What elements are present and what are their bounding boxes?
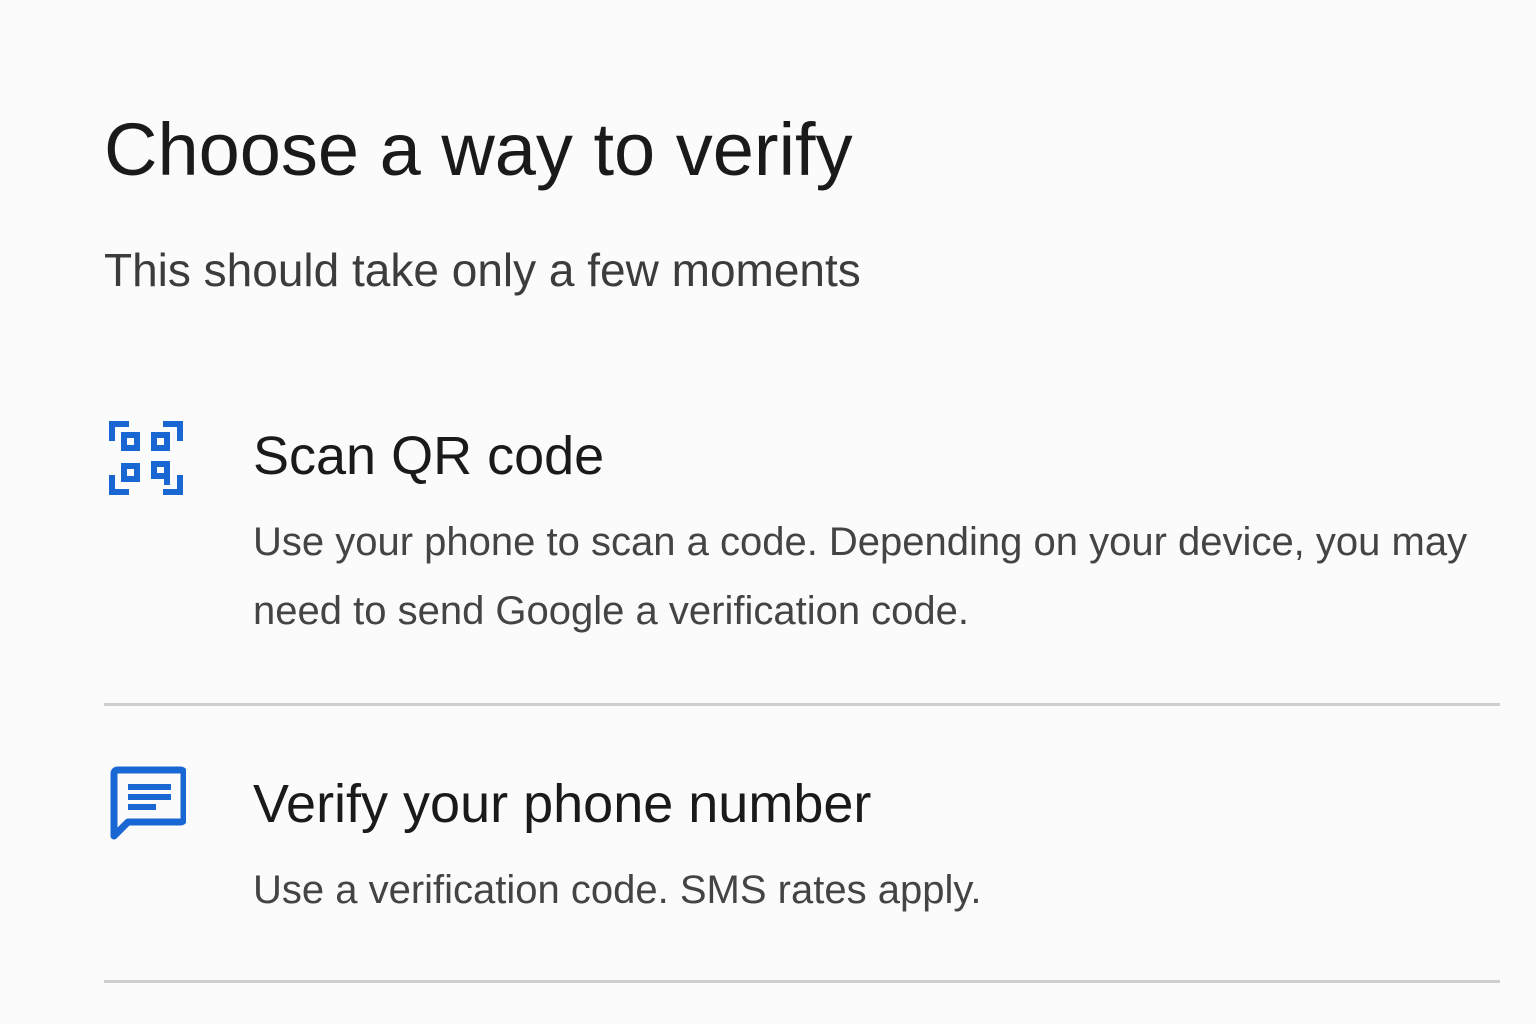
option-description: Use a verification code. SMS rates apply… — [253, 868, 982, 912]
qr-code-scan-icon — [106, 418, 186, 498]
divider — [104, 980, 1500, 983]
verify-method-page: Choose a way to verify This should take … — [0, 0, 1536, 1024]
sms-message-icon — [106, 764, 188, 844]
page-title: Choose a way to verify — [104, 108, 853, 191]
option-scan-qr-code[interactable]: Scan QR code Use your phone to scan a co… — [104, 418, 1500, 706]
option-description: Use your phone to scan a code. Depending… — [253, 520, 1468, 633]
page-subtitle: This should take only a few moments — [104, 244, 861, 296]
option-title: Scan QR code — [253, 426, 605, 486]
option-verify-phone-number[interactable]: Verify your phone number Use a verificat… — [104, 706, 1500, 982]
option-title: Verify your phone number — [253, 774, 872, 834]
